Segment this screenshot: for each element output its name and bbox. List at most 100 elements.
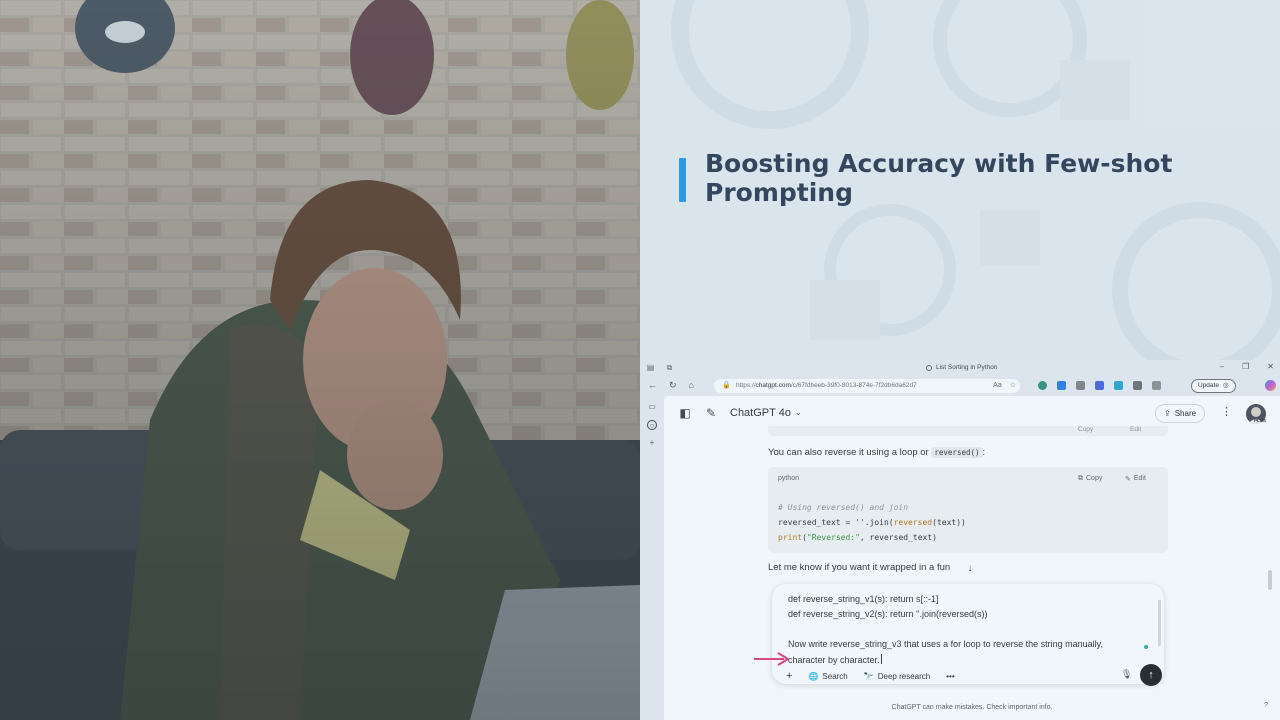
edit-code-button[interactable]: ✎ Edit <box>1125 475 1146 483</box>
assistant-message: You can also reverse it using a loop or … <box>768 447 985 458</box>
page-scrollbar[interactable] <box>1268 570 1272 590</box>
arrow-up-icon: ↑ <box>1148 669 1154 681</box>
close-icon[interactable]: ✕ <box>1267 362 1274 371</box>
extension-icons <box>1038 381 1161 390</box>
search-label: Search <box>822 671 848 681</box>
code-comment: # Using reversed() and join <box>778 503 909 512</box>
more-tools-button[interactable]: ••• <box>946 672 954 681</box>
search-button[interactable]: 🌐 Search <box>808 672 847 681</box>
code-token: "Reversed:" <box>806 533 860 542</box>
update-icon: ◎ <box>1222 382 1229 389</box>
code-token: reversed <box>893 518 933 527</box>
address-bar-row: ← ↻ ⌂ 🔒 https://chatgpt.com/c/67fdbeeb-3… <box>640 376 1280 396</box>
share-icon: ⇪ <box>1164 409 1171 418</box>
chat-thread: Copy Edit You can also reverse it using … <box>664 426 1280 720</box>
plan-badge: PLUS <box>1254 418 1267 423</box>
refresh-icon[interactable]: ↻ <box>669 380 677 391</box>
restore-icon[interactable]: ❐ <box>1242 362 1249 371</box>
microphone-icon[interactable]: 🎙 <box>1121 669 1132 680</box>
star-icon[interactable]: ☆ <box>1010 379 1016 393</box>
composer-scrollbar[interactable] <box>1158 600 1161 646</box>
share-label: Share <box>1174 409 1197 418</box>
browser-window: ▤ ⧉ List Sorting in Python – ❐ ✕ ← ↻ ⌂ 🔒… <box>640 360 1280 720</box>
extension-icon[interactable] <box>1038 381 1047 390</box>
tab-title: List Sorting in Python <box>936 364 998 371</box>
minimize-icon[interactable]: – <box>1220 362 1224 371</box>
code-line-3: print("Reversed:", reversed_text) <box>778 533 937 542</box>
update-button[interactable]: Update ◎ <box>1191 379 1236 393</box>
code-token: reversed_text = ''.join( <box>778 518 894 527</box>
copilot-icon[interactable] <box>1265 380 1276 391</box>
lock-icon: 🔒 <box>722 382 731 389</box>
prompt-line-4: character by character. <box>788 654 882 665</box>
url-prefix: https:// <box>736 382 756 389</box>
assistant-followup: Let me know if you want it wrapped in a … <box>768 562 971 573</box>
app-header: ◧ ✎ ChatGPT 4o ⌄ ⇪ Share ⋮ PLUS <box>664 396 1280 430</box>
url-path: /c/67fdbeeb-39f0-8013-874e-7f2db6da62d7 <box>790 382 917 389</box>
url-domain: chatgpt.com <box>755 382 791 389</box>
inline-code: reversed() <box>931 447 983 458</box>
annotation-arrow-icon <box>754 652 790 666</box>
chatgpt-app: ◧ ✎ ChatGPT 4o ⌄ ⇪ Share ⋮ PLUS Copy Edi… <box>664 396 1280 720</box>
chevron-down-icon[interactable]: ⌄ <box>795 408 802 417</box>
extension-icon[interactable] <box>1095 381 1104 390</box>
translate-icon[interactable]: Aa <box>993 379 1002 393</box>
code-line-2: reversed_text = ''.join(reversed(text)) <box>778 518 966 527</box>
favorites-icon[interactable] <box>1152 381 1161 390</box>
edit-label: Edit <box>1133 475 1146 482</box>
code-token: print <box>778 533 803 542</box>
copy-code-button[interactable]: ⧉ Copy <box>1078 475 1102 483</box>
back-icon[interactable]: ← <box>648 380 657 391</box>
copy-label: Copy <box>1086 475 1103 482</box>
prompt-line-4-text: character by character. <box>788 655 880 665</box>
sidebar-toggle-icon[interactable]: ▤ <box>646 363 655 372</box>
extension-icon[interactable] <box>1057 381 1066 390</box>
home-icon[interactable]: ⌂ <box>689 380 694 391</box>
attach-button[interactable]: + <box>786 670 792 682</box>
tab-actions-icon[interactable]: ⧉ <box>665 363 674 372</box>
tab-favicon-icon <box>926 364 932 371</box>
globe-icon: 🌐 <box>808 671 819 681</box>
prompt-line-3: Now write reverse_string_v3 that uses a … <box>788 639 1103 649</box>
message-text: You can also reverse it using a loop or <box>768 447 929 458</box>
send-button[interactable]: ↑ <box>1140 664 1162 686</box>
scroll-down-icon[interactable]: ↓ <box>963 562 977 576</box>
browser-titlebar: ▤ ⧉ List Sorting in Python – ❐ ✕ <box>640 360 1280 376</box>
code-language: python <box>778 475 800 482</box>
more-options-icon[interactable]: ⋮ <box>1221 405 1232 418</box>
edit-icon: ✎ <box>1125 476 1131 483</box>
sidebar-icon[interactable]: ◧ <box>678 406 692 420</box>
active-tab[interactable]: List Sorting in Python <box>926 364 997 371</box>
help-icon[interactable]: ? <box>1264 702 1268 709</box>
browser-sidebar: ▭ ○ + <box>640 396 664 720</box>
deep-research-label: Deep research <box>877 671 931 681</box>
circle-icon[interactable]: ○ <box>647 420 657 430</box>
tab-list-icon[interactable]: ▭ <box>647 402 657 412</box>
new-chat-icon[interactable]: ✎ <box>704 406 718 420</box>
telescope-icon: 🔭 <box>863 671 874 681</box>
model-selector[interactable]: ChatGPT 4o <box>730 407 791 419</box>
prev-edit-label[interactable]: Edit <box>1130 426 1141 433</box>
extension-icon[interactable] <box>1114 381 1123 390</box>
url-field[interactable]: 🔒 https://chatgpt.com/c/67fdbeeb-39f0-80… <box>714 379 1020 393</box>
code-line-1: # Using reversed() and join <box>778 503 908 512</box>
composer-toolbar: + 🌐 Search 🔭 Deep research ••• <box>786 670 955 682</box>
deep-research-button[interactable]: 🔭 Deep research <box>864 672 930 681</box>
prompt-line-2: def reverse_string_v2(s): return ''.join… <box>788 609 988 619</box>
disclaimer-text: ChatGPT can make mistakes. Check importa… <box>891 704 1053 711</box>
prompt-line-1: def reverse_string_v1(s): return s[::-1] <box>788 594 939 604</box>
message-composer[interactable]: def reverse_string_v1(s): return s[::-1]… <box>772 584 1164 686</box>
slide-panel: Boosting Accuracy with Few-shot Promptin… <box>640 0 1280 360</box>
message-text-tail: : <box>982 447 986 458</box>
title-accent-bar <box>679 158 686 202</box>
presenter-photo <box>0 0 640 720</box>
update-label: Update <box>1198 382 1219 389</box>
add-icon[interactable]: + <box>647 438 657 448</box>
prev-copy-label[interactable]: Copy <box>1078 426 1093 433</box>
more-tools-label: ••• <box>946 671 955 681</box>
previous-code-toolbar: Copy Edit <box>768 426 1168 436</box>
share-button[interactable]: ⇪ Share <box>1155 404 1206 423</box>
extension-icon[interactable] <box>1076 381 1085 390</box>
puzzle-icon[interactable] <box>1133 381 1142 390</box>
code-block: python ⧉ Copy ✎ Edit # Using reversed() an… <box>768 467 1168 553</box>
